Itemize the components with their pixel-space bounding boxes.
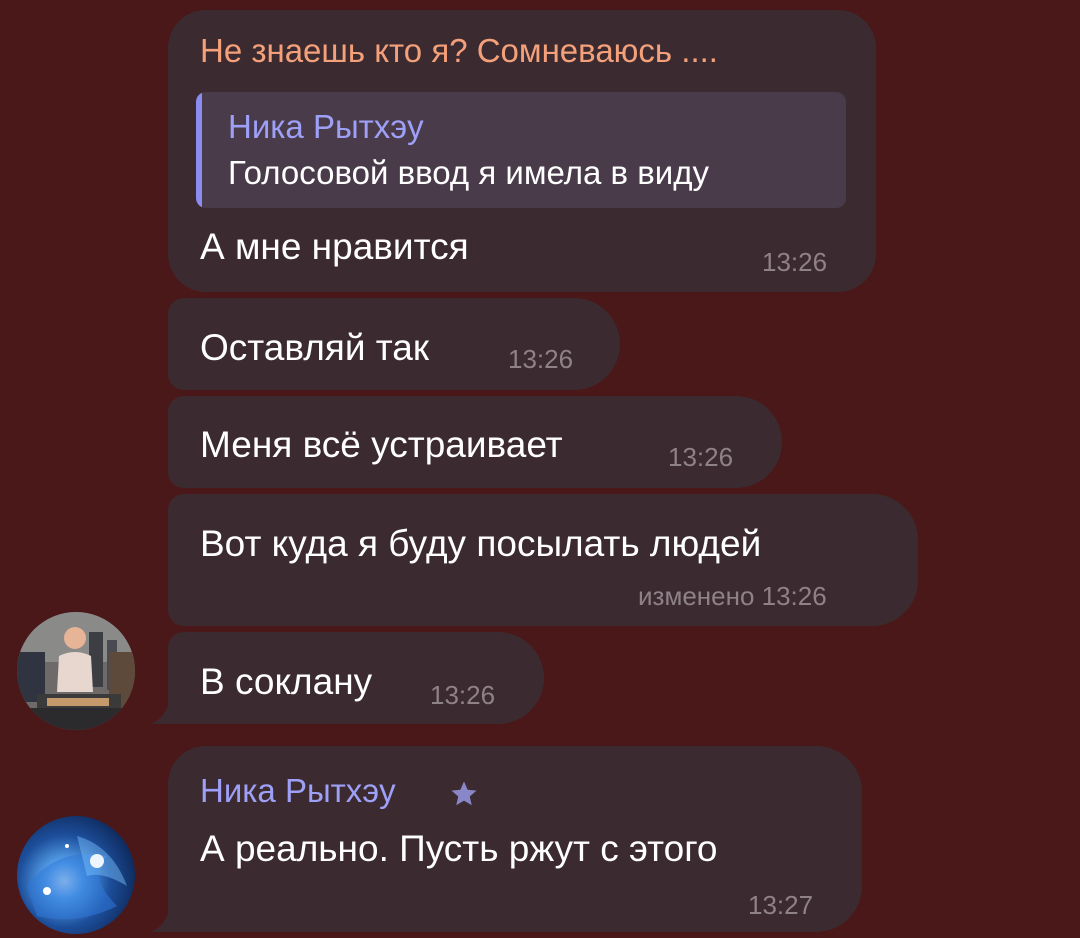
- message-time: 13:26: [430, 680, 496, 710]
- message-time: 13:26: [668, 442, 734, 472]
- reply-quote[interactable]: Ника Рытхэу Голосовой ввод я имела в вид…: [196, 92, 846, 208]
- user-avatar-photo[interactable]: [17, 612, 135, 730]
- message-text: Вот куда я буду посылать людей: [200, 523, 762, 564]
- message-time: 13:26: [762, 247, 828, 277]
- bubble-tail: [150, 700, 170, 724]
- sender-name[interactable]: Ника Рытхэу: [200, 772, 396, 810]
- reply-sender-name: Ника Рытхэу: [228, 108, 424, 145]
- sender-name[interactable]: Не знаешь кто я? Сомневаюсь ....: [200, 32, 718, 70]
- reply-text: Голосовой ввод я имела в виду: [228, 154, 709, 191]
- bubble-tail: [150, 908, 170, 932]
- message-text: Оставляй так: [200, 327, 430, 368]
- message-time: изменено 13:26: [638, 581, 827, 611]
- user-avatar-space[interactable]: [17, 816, 135, 934]
- star-icon: [451, 781, 477, 806]
- reply-quote-bar: [196, 92, 202, 208]
- message-text: А реально. Пусть ржут с этого: [200, 828, 718, 869]
- message-text: В соклану: [200, 661, 373, 702]
- message-text: Меня всё устраивает: [200, 424, 563, 465]
- message-time: 13:26: [508, 344, 574, 374]
- chat-message-list: Не знаешь кто я? Сомневаюсь .... Ника Ры…: [0, 0, 1080, 938]
- message-time: 13:27: [748, 890, 814, 920]
- message-text: А мне нравится: [200, 226, 469, 267]
